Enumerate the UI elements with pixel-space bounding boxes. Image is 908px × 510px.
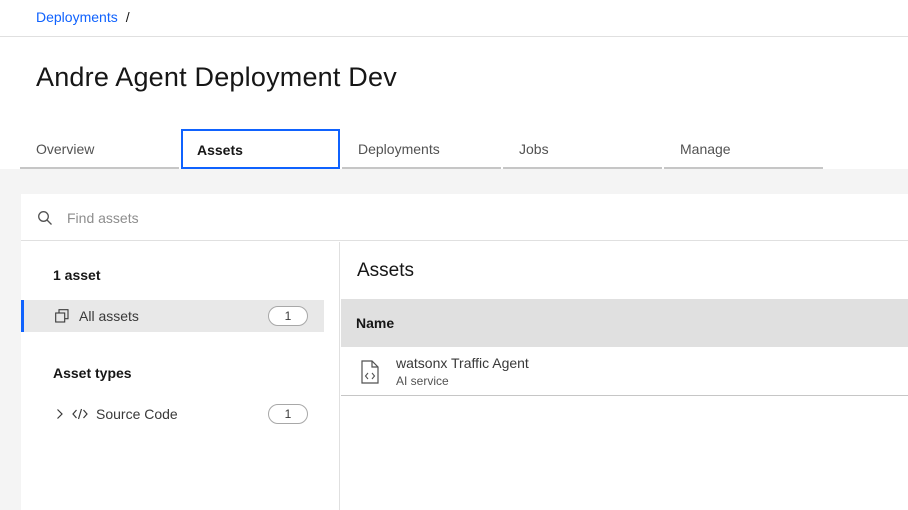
tab-assets[interactable]: Assets (181, 129, 340, 169)
filter-all-assets[interactable]: All assets 1 (21, 300, 324, 332)
filter-sidebar: 1 asset All assets 1 Asset types Source … (21, 242, 340, 510)
tab-overview[interactable]: Overview (20, 129, 179, 169)
filter-all-assets-label: All assets (79, 308, 139, 324)
filter-source-code-label: Source Code (96, 406, 178, 422)
copy-icon (55, 309, 69, 323)
tab-jobs[interactable]: Jobs (503, 129, 662, 169)
breadcrumb-separator: / (125, 9, 130, 25)
tab-bar: Overview Assets Deployments Jobs Manage (20, 129, 825, 169)
tab-manage[interactable]: Manage (664, 129, 823, 169)
assets-panel: 1 asset All assets 1 Asset types Source … (21, 194, 908, 510)
breadcrumb-link-deployments[interactable]: Deployments (36, 9, 118, 25)
breadcrumb-bar: Deployments / (0, 0, 908, 37)
asset-types-heading: Asset types (53, 365, 132, 381)
code-icon (72, 408, 88, 420)
asset-count-heading: 1 asset (53, 267, 101, 283)
page-title: Andre Agent Deployment Dev (36, 62, 397, 92)
tab-deployments[interactable]: Deployments (342, 129, 501, 169)
count-badge: 1 (268, 404, 308, 424)
asset-name[interactable]: watsonx Traffic Agent (396, 355, 529, 371)
source-file-icon (361, 360, 379, 384)
table-header: Name (341, 299, 908, 347)
search-input[interactable] (67, 194, 887, 241)
search-icon (38, 211, 52, 225)
chevron-right-icon[interactable] (54, 408, 66, 420)
assets-title: Assets (357, 260, 415, 281)
assets-list: Assets Name watsonx Traffic Agent AI ser… (341, 242, 908, 510)
filter-source-code[interactable]: Source Code 1 (21, 398, 324, 430)
breadcrumb: Deployments / (36, 9, 130, 25)
column-header-name[interactable]: Name (356, 315, 394, 331)
asset-type: AI service (396, 374, 449, 388)
search-bar (21, 194, 908, 241)
table-row[interactable]: watsonx Traffic Agent AI service (341, 347, 908, 396)
count-badge: 1 (268, 306, 308, 326)
